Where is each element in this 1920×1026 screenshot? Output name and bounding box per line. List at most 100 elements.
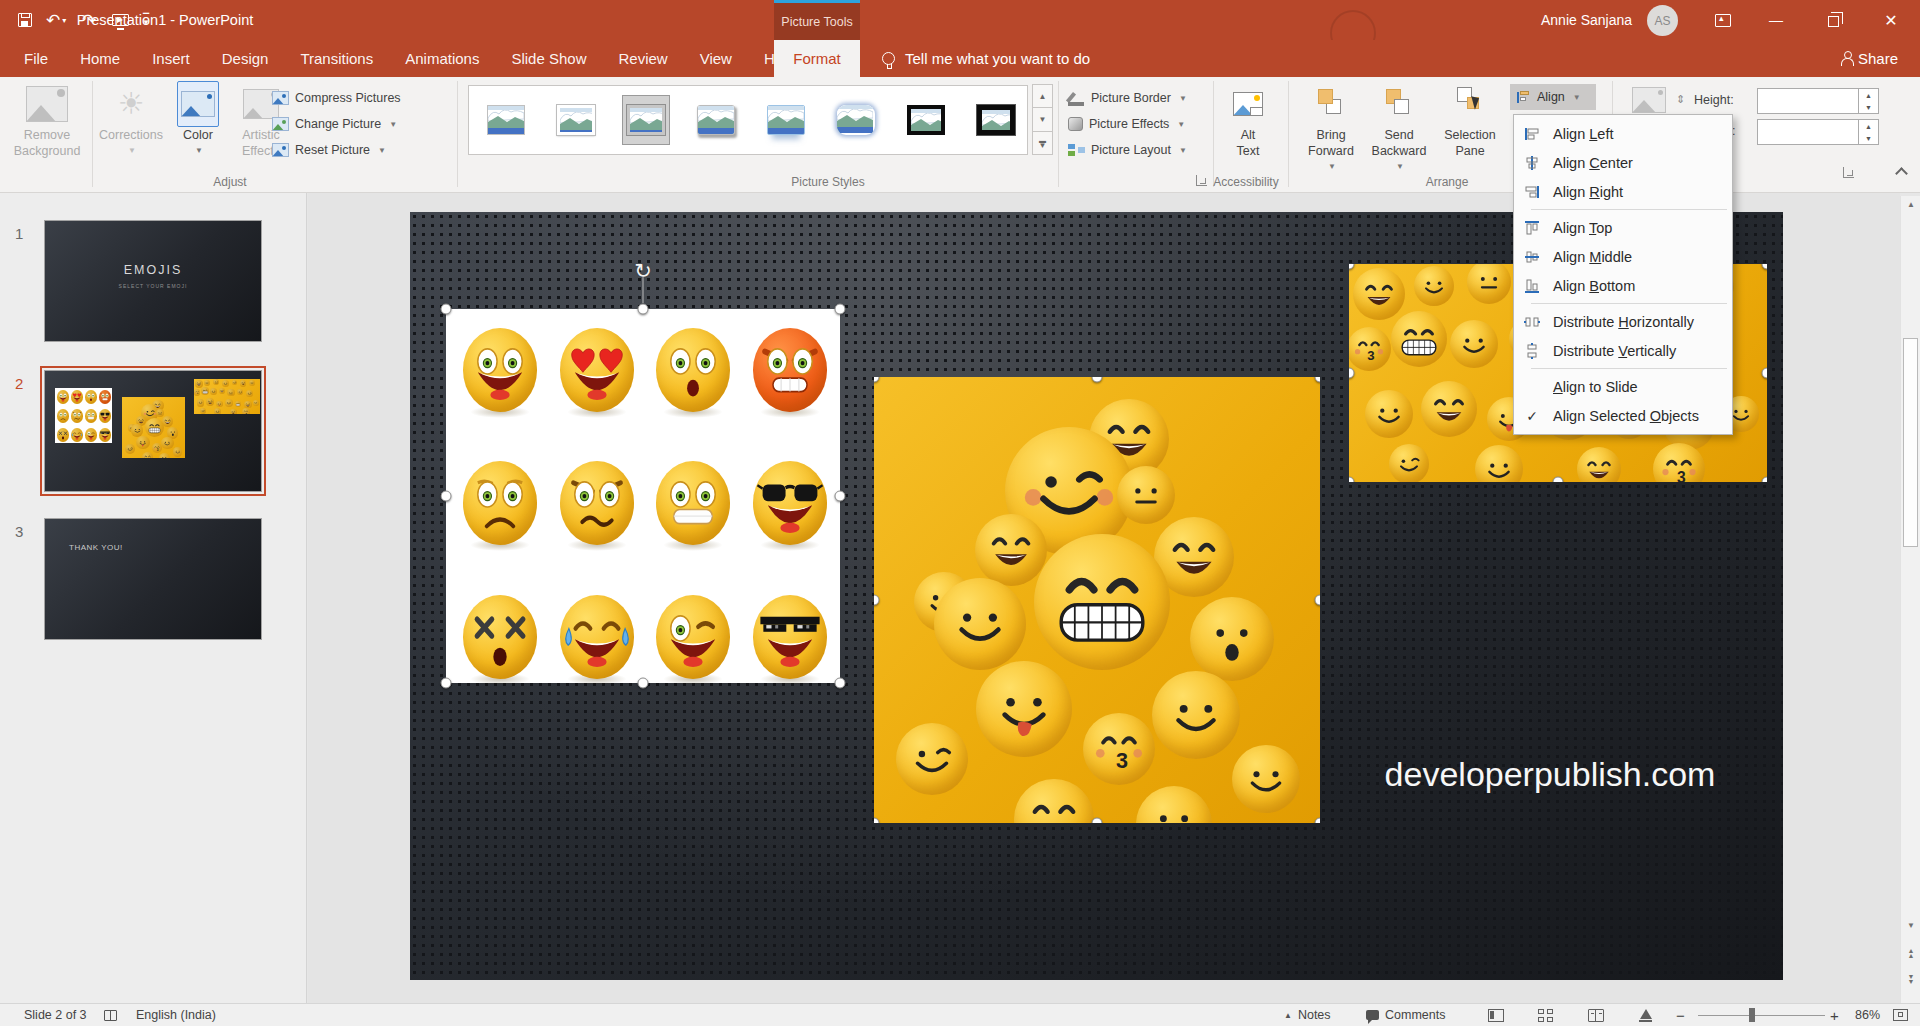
reset-picture-button[interactable]: Reset Picture▼ xyxy=(272,138,386,162)
zoom-in-button[interactable]: + xyxy=(1830,1004,1839,1026)
selection-handle[interactable] xyxy=(874,377,880,383)
language-indicator[interactable]: English (India) xyxy=(136,1004,216,1026)
selection-handle[interactable] xyxy=(1092,818,1103,824)
selection-handle[interactable] xyxy=(835,491,846,502)
vertical-scrollbar[interactable]: ▲ ▼ ▲▲ ▼▼ xyxy=(1900,196,1920,1003)
alt-text-button[interactable]: Alt Text xyxy=(1222,81,1274,159)
color-button[interactable]: Color▼ xyxy=(172,81,224,159)
size-dialog-launcher-icon[interactable] xyxy=(1843,167,1854,178)
align-button[interactable]: Align▼ xyxy=(1510,84,1596,110)
picture-style-metal-frame[interactable] xyxy=(623,96,669,144)
picture-style-soft-edge[interactable] xyxy=(833,96,879,144)
selection-pane-button[interactable]: Selection Pane xyxy=(1438,81,1502,159)
emoji-grid-image[interactable]: ↻ xyxy=(446,309,840,683)
zoom-level[interactable]: 86% xyxy=(1855,1004,1880,1026)
selection-handle[interactable] xyxy=(441,491,452,502)
notes-button[interactable]: ▲Notes xyxy=(1284,1004,1331,1026)
picture-style-white-frame[interactable] xyxy=(553,96,599,144)
selection-handle[interactable] xyxy=(874,818,880,824)
tab-view[interactable]: View xyxy=(684,40,748,77)
menu-item-align-center[interactable]: Align Center xyxy=(1514,148,1732,177)
tab-review[interactable]: Review xyxy=(602,40,683,77)
selection-handle[interactable] xyxy=(835,304,846,315)
ribbon-display-options-icon[interactable] xyxy=(1700,0,1746,40)
send-backward-button[interactable]: Send Backward▼ xyxy=(1366,81,1432,175)
picture-styles-gallery[interactable] xyxy=(468,85,1028,155)
tab-transitions[interactable]: Transitions xyxy=(284,40,389,77)
selection-handle[interactable] xyxy=(1553,477,1564,483)
selection-handle[interactable] xyxy=(1315,377,1321,383)
menu-item-distribute-vertically[interactable]: Distribute Vertically xyxy=(1514,336,1732,365)
selection-handle[interactable] xyxy=(1349,368,1355,379)
menu-item-align-right[interactable]: Align Right xyxy=(1514,177,1732,206)
menu-item-distribute-horizontally[interactable]: Distribute Horizontally xyxy=(1514,307,1732,336)
gallery-scroll[interactable]: ▲ ▼ ▬▼ xyxy=(1032,85,1053,155)
spellcheck-icon[interactable] xyxy=(104,1004,117,1026)
slide-thumbnail-2[interactable]: 333 xyxy=(44,370,262,492)
rotate-handle[interactable]: ↻ xyxy=(634,261,652,281)
picture-effects-button[interactable]: Picture Effects▼ xyxy=(1068,112,1185,136)
view-reading-icon[interactable] xyxy=(1588,1004,1604,1026)
menu-item-align-selected-objects[interactable]: ✓Align Selected Objects xyxy=(1514,401,1732,430)
menu-item-align-top[interactable]: Align Top xyxy=(1514,213,1732,242)
close-button[interactable]: ✕ xyxy=(1868,0,1914,40)
tab-home[interactable]: Home xyxy=(64,40,136,77)
picture-style-simple-frame[interactable] xyxy=(483,96,529,144)
avatar[interactable]: AS xyxy=(1647,5,1678,36)
fit-slide-icon[interactable] xyxy=(1893,1004,1908,1026)
comments-button[interactable]: Comments xyxy=(1366,1004,1445,1026)
menu-item-align-middle[interactable]: Align Middle xyxy=(1514,242,1732,271)
selection-handle[interactable] xyxy=(1762,368,1768,379)
tab-format[interactable]: Format xyxy=(774,40,860,77)
selection-handle[interactable] xyxy=(1762,477,1768,483)
view-sorter-icon[interactable] xyxy=(1538,1004,1554,1026)
emoji-pile-image[interactable]: 3↻ xyxy=(874,377,1320,823)
menu-item-align-bottom[interactable]: Align Bottom xyxy=(1514,271,1732,300)
selection-handle[interactable] xyxy=(1762,264,1768,270)
selection-handle[interactable] xyxy=(1315,818,1321,824)
zoom-slider-thumb[interactable] xyxy=(1749,1008,1755,1022)
picture-style-black-frame[interactable] xyxy=(903,96,949,144)
corrections-button[interactable]: ☀ Corrections▼ xyxy=(96,81,166,159)
slide-thumbnail-3[interactable]: THANK YOU! xyxy=(44,518,262,640)
selection-handle[interactable] xyxy=(638,678,649,689)
width-field[interactable]: ▲▼ xyxy=(1757,119,1879,145)
picture-style-reflection[interactable] xyxy=(763,96,809,144)
user-name[interactable]: Annie Sanjana xyxy=(1541,0,1632,40)
height-field[interactable]: ▲▼ xyxy=(1757,88,1879,114)
collapse-ribbon-icon[interactable] xyxy=(1895,167,1908,180)
width-spinner[interactable]: ▲▼ xyxy=(1858,120,1878,144)
tellme-box[interactable]: Tell me what you want to do xyxy=(882,40,1090,77)
change-picture-button[interactable]: Change Picture▼ xyxy=(272,112,397,136)
selection-handle[interactable] xyxy=(1315,595,1321,606)
view-normal-icon[interactable] xyxy=(1488,1004,1504,1026)
selection-handle[interactable] xyxy=(1092,377,1103,383)
picture-border-button[interactable]: Picture Border▼ xyxy=(1068,86,1187,110)
remove-background-button[interactable]: Remove Background xyxy=(6,81,88,159)
tab-design[interactable]: Design xyxy=(206,40,285,77)
selection-handle[interactable] xyxy=(638,304,649,315)
tab-slide-show[interactable]: Slide Show xyxy=(495,40,602,77)
zoom-out-button[interactable]: − xyxy=(1676,1004,1685,1026)
picture-style-black-frame-thick[interactable] xyxy=(973,96,1019,144)
tab-animations[interactable]: Animations xyxy=(389,40,495,77)
zoom-slider[interactable] xyxy=(1698,1004,1825,1026)
compress-pictures-button[interactable]: Compress Pictures xyxy=(272,86,401,110)
selection-handle[interactable] xyxy=(441,304,452,315)
scrollbar-thumb[interactable] xyxy=(1903,338,1918,547)
bring-forward-button[interactable]: Bring Forward▼ xyxy=(1300,81,1362,175)
menu-item-align-to-slide[interactable]: Align to Slide xyxy=(1514,372,1732,401)
picture-layout-button[interactable]: Picture Layout▼ xyxy=(1068,138,1187,162)
picture-style-drop-shadow[interactable] xyxy=(693,96,739,144)
tab-insert[interactable]: Insert xyxy=(136,40,206,77)
share-button[interactable]: Share xyxy=(1842,40,1898,77)
slide-thumbnail-1[interactable]: EMOJISSELECT YOUR EMOJI xyxy=(44,220,262,342)
slide-indicator[interactable]: Slide 2 of 3 xyxy=(24,1004,87,1026)
selection-handle[interactable] xyxy=(835,678,846,689)
selection-handle[interactable] xyxy=(441,678,452,689)
selection-handle[interactable] xyxy=(1349,477,1355,483)
minimize-button[interactable]: — xyxy=(1753,0,1799,40)
view-slideshow-icon[interactable] xyxy=(1638,1004,1654,1026)
selection-handle[interactable] xyxy=(874,595,880,606)
height-spinner[interactable]: ▲▼ xyxy=(1858,89,1878,113)
